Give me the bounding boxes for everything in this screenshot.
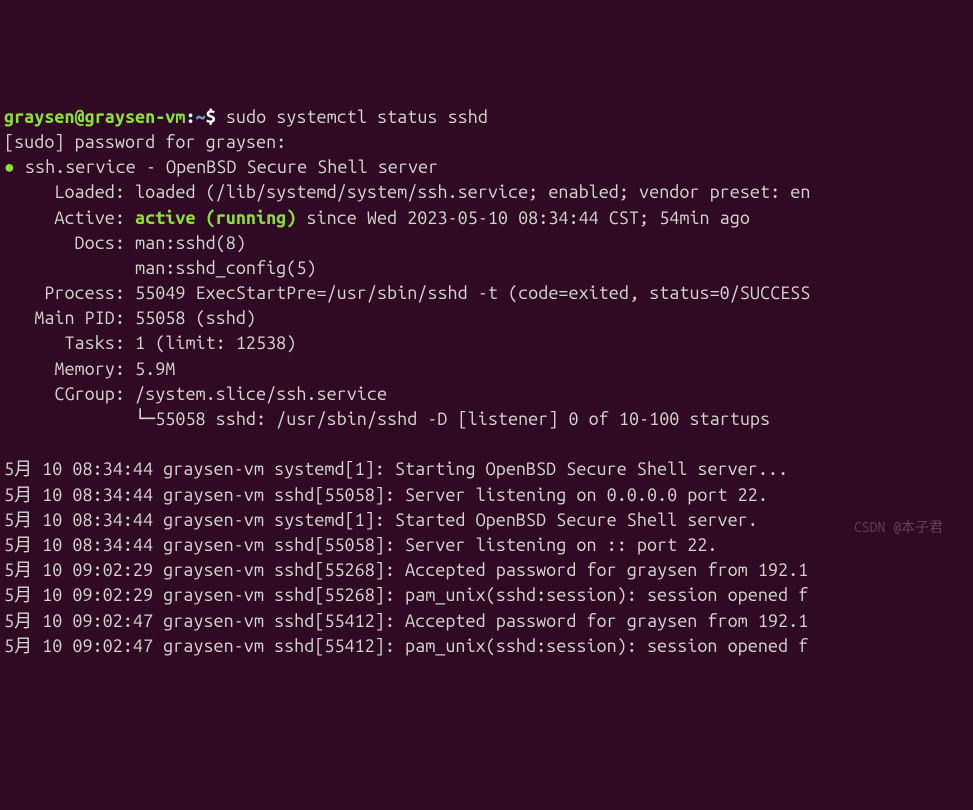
loaded-value: loaded (/lib/systemd/system/ssh.service;… [135, 182, 810, 202]
docs-value1: man:sshd(8) [135, 233, 246, 253]
mainpid-label: Main PID: [4, 308, 135, 328]
cgroup-label: CGroup: [4, 384, 135, 404]
log-line-1: 5月 10 08:34:44 graysen-vm systemd[1]: St… [4, 459, 788, 479]
mainpid-value: 55058 (sshd) [135, 308, 256, 328]
log-line-4: 5月 10 08:34:44 graysen-vm sshd[55058]: S… [4, 535, 718, 555]
log-line-8: 5月 10 09:02:47 graysen-vm sshd[55412]: p… [4, 636, 808, 656]
command-input: sudo systemctl status sshd [226, 107, 488, 127]
process-label: Process: [4, 283, 135, 303]
active-status: active (running) [135, 208, 296, 228]
prompt-dollar: $ [206, 107, 216, 127]
log-line-2: 5月 10 08:34:44 graysen-vm sshd[55058]: S… [4, 485, 768, 505]
active-label: Active: [4, 208, 135, 228]
process-value: 55049 ExecStartPre=/usr/sbin/sshd -t (co… [135, 283, 810, 303]
tasks-value: 1 (limit: 12538) [135, 333, 296, 353]
service-name-text: ssh.service - OpenBSD Secure Shell serve… [25, 157, 438, 177]
terminal-output[interactable]: graysen@graysen-vm:~$ sudo systemctl sta… [4, 105, 969, 659]
loaded-label: Loaded: [4, 182, 135, 202]
service-name [15, 157, 25, 177]
log-line-5: 5月 10 09:02:29 graysen-vm sshd[55268]: A… [4, 560, 808, 580]
memory-value: 5.9M [135, 359, 175, 379]
cgroup-tree: └─55058 sshd: /usr/sbin/sshd -D [listene… [4, 409, 770, 429]
status-dot-icon: ● [4, 157, 15, 177]
sudo-password-line: [sudo] password for graysen: [4, 132, 286, 152]
prompt-path: ~ [196, 107, 206, 127]
docs-value2: man:sshd_config(5) [4, 258, 316, 278]
prompt-user-host: graysen@graysen-vm [4, 107, 185, 127]
cgroup-value: /system.slice/ssh.service [135, 384, 387, 404]
log-line-6: 5月 10 09:02:29 graysen-vm sshd[55268]: p… [4, 585, 808, 605]
docs-label: Docs: [4, 233, 135, 253]
tasks-label: Tasks: [4, 333, 135, 353]
log-line-3: 5月 10 08:34:44 graysen-vm systemd[1]: St… [4, 510, 758, 530]
log-line-7: 5月 10 09:02:47 graysen-vm sshd[55412]: A… [4, 611, 808, 631]
command-text [216, 107, 226, 127]
watermark-text: CSDN @本子君 [854, 518, 943, 538]
prompt-sep: : [185, 107, 195, 127]
active-since: since Wed 2023-05-10 08:34:44 CST; 54min… [296, 208, 750, 228]
memory-label: Memory: [4, 359, 135, 379]
